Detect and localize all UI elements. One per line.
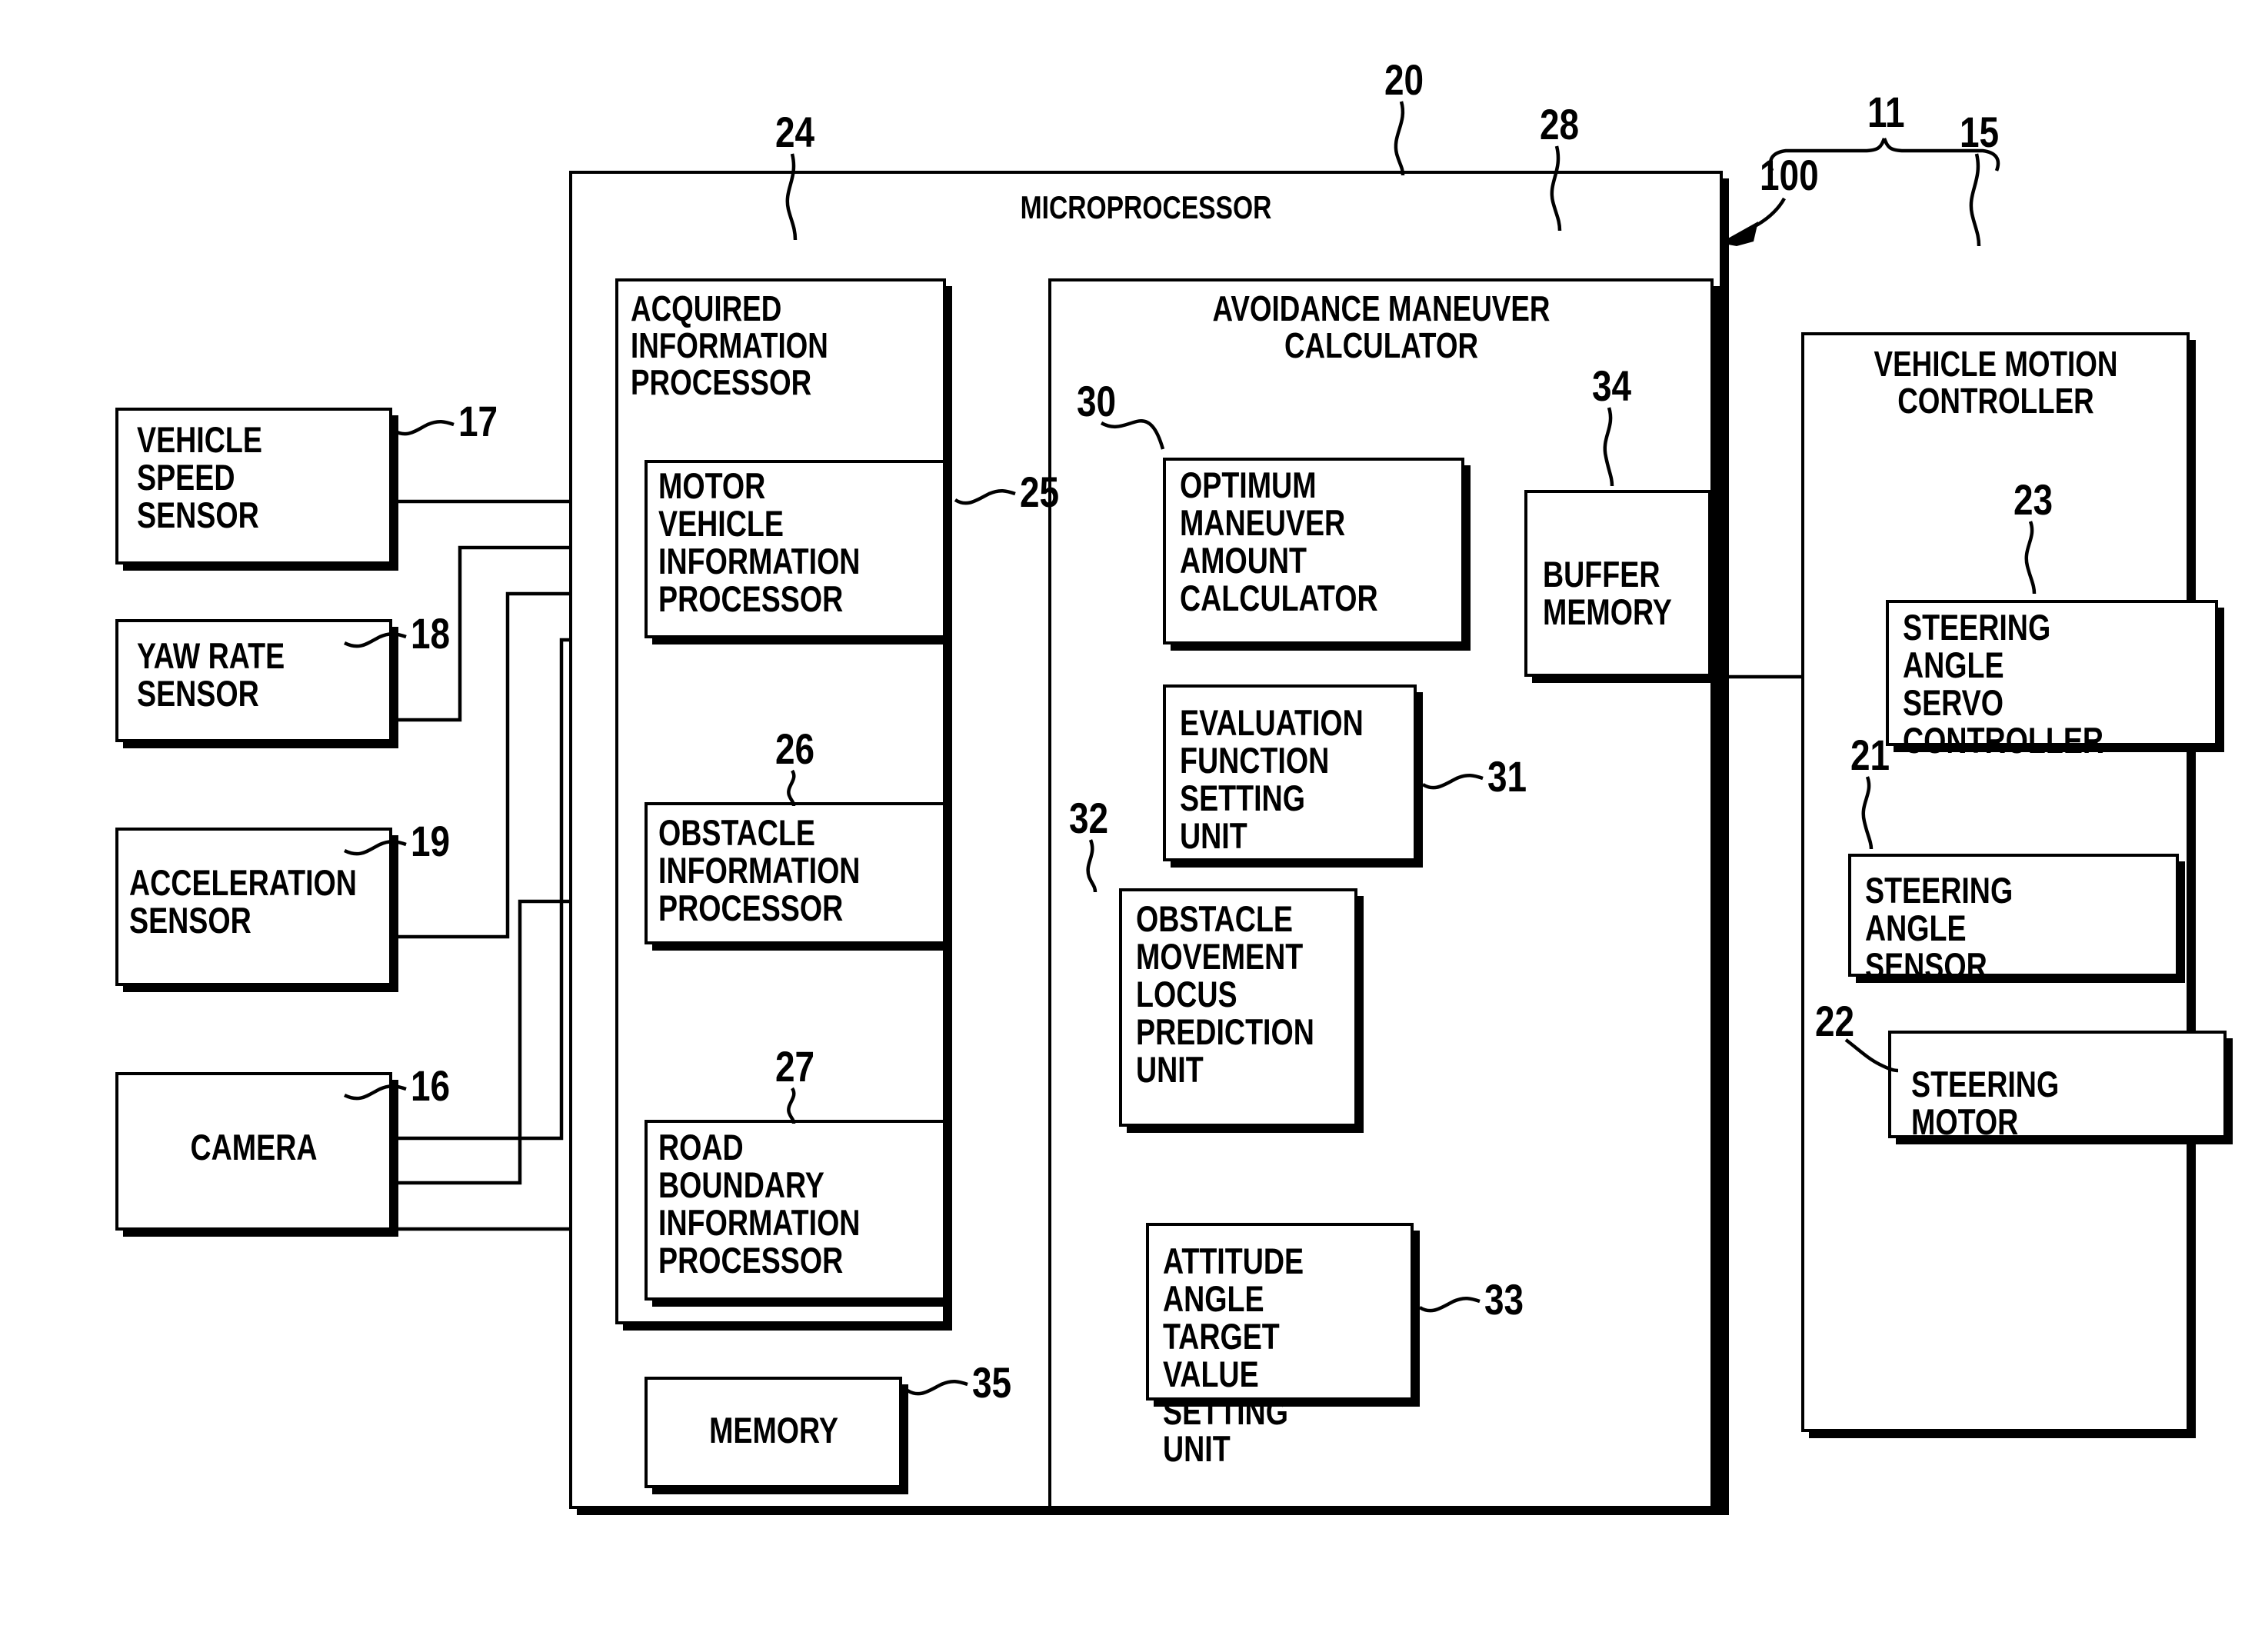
- numeral-23: 23: [2014, 475, 2053, 524]
- acquired-information-processor-title: ACQUIRED INFORMATION PROCESSOR: [631, 288, 828, 402]
- microprocessor-title: MICROPROCESSOR: [1020, 189, 1272, 225]
- road-boundary-information-processor-box: ROAD BOUNDARY INFORMATION PROCESSOR: [645, 1120, 946, 1301]
- numeral-19: 19: [411, 817, 451, 865]
- patent-figure-canvas: MICROPROCESSOR ACQUIRED INFORMATION PROC…: [0, 0, 2265, 1652]
- numeral-31: 31: [1487, 752, 1527, 801]
- steering-motor-box: STEERING MOTOR: [1888, 1031, 2227, 1142]
- acceleration-sensor-box: ACCELERATION SENSOR: [115, 828, 392, 986]
- numeral-27: 27: [775, 1042, 815, 1091]
- numeral-28: 28: [1540, 100, 1580, 148]
- numeral-25: 25: [1020, 468, 1060, 516]
- attitude-angle-target-value-setting-unit-label: ATTITUDE ANGLE TARGET VALUE SETTING UNIT: [1163, 1241, 1304, 1470]
- road-boundary-information-processor-label: ROAD BOUNDARY INFORMATION PROCESSOR: [658, 1127, 861, 1281]
- steering-angle-servo-controller-box: STEERING ANGLE SERVO CONTROLLER: [1886, 600, 2218, 759]
- numeral-34: 34: [1592, 361, 1632, 410]
- numeral-24: 24: [775, 108, 815, 156]
- yaw-rate-sensor-box: YAW RATE SENSOR: [115, 619, 392, 742]
- numeral-15: 15: [1960, 108, 2000, 156]
- acceleration-sensor-label: ACCELERATION SENSOR: [129, 862, 357, 941]
- obstacle-movement-locus-prediction-unit-box: OBSTACLE MOVEMENT LOCUS PREDICTION UNIT: [1119, 888, 1357, 1127]
- optimum-maneuver-amount-calculator-label: OPTIMUM MANEUVER AMOUNT CALCULATOR: [1180, 465, 1378, 618]
- attitude-angle-target-value-setting-unit-box: ATTITUDE ANGLE TARGET VALUE SETTING UNIT: [1146, 1223, 1414, 1467]
- numeral-35: 35: [972, 1358, 1012, 1407]
- numeral-26: 26: [775, 724, 815, 773]
- vehicle-speed-sensor-label: VEHICLE SPEED SENSOR: [137, 419, 262, 535]
- numeral-30: 30: [1077, 377, 1117, 425]
- numeral-17: 17: [458, 397, 498, 445]
- numeral-21: 21: [1850, 731, 1890, 779]
- numeral-16: 16: [411, 1061, 451, 1110]
- camera-box: CAMERA: [115, 1072, 392, 1231]
- buffer-memory-box: BUFFER MEMORY: [1524, 490, 1711, 677]
- avoidance-maneuver-calculator-title: AVOIDANCE MANEUVER CALCULATOR: [1212, 288, 1550, 365]
- steering-angle-sensor-box: STEERING ANGLE SENSOR: [1848, 854, 2179, 984]
- evaluation-function-setting-unit-label: EVALUATION FUNCTION SETTING UNIT: [1180, 702, 1364, 856]
- memory-label: MEMORY: [708, 1410, 838, 1450]
- evaluation-function-setting-unit-box: EVALUATION FUNCTION SETTING UNIT: [1163, 684, 1417, 861]
- numeral-33: 33: [1484, 1275, 1524, 1324]
- memory-box: MEMORY: [645, 1377, 902, 1488]
- numeral-20: 20: [1384, 55, 1424, 104]
- steering-angle-sensor-label: STEERING ANGLE SENSOR: [1865, 870, 2014, 986]
- optimum-maneuver-amount-calculator-box: OPTIMUM MANEUVER AMOUNT CALCULATOR: [1163, 458, 1464, 644]
- motor-vehicle-information-processor-box: MOTOR VEHICLE INFORMATION PROCESSOR: [645, 460, 946, 638]
- obstacle-information-processor-box: OBSTACLE INFORMATION PROCESSOR: [645, 802, 946, 944]
- vehicle-motion-controller-title: VEHICLE MOTION CONTROLLER: [1874, 344, 2117, 421]
- numeral-22: 22: [1815, 997, 1855, 1045]
- obstacle-information-processor-label: OBSTACLE INFORMATION PROCESSOR: [658, 812, 861, 928]
- numeral-11: 11: [1867, 88, 1905, 136]
- numeral-18: 18: [411, 609, 451, 658]
- numeral-100: 100: [1760, 151, 1819, 199]
- motor-vehicle-information-processor-label: MOTOR VEHICLE INFORMATION PROCESSOR: [658, 465, 861, 619]
- steering-angle-servo-controller-label: STEERING ANGLE SERVO CONTROLLER: [1903, 607, 2104, 761]
- yaw-rate-sensor-label: YAW RATE SENSOR: [137, 635, 285, 714]
- numeral-32: 32: [1069, 794, 1109, 842]
- obstacle-movement-locus-prediction-unit-label: OBSTACLE MOVEMENT LOCUS PREDICTION UNIT: [1136, 898, 1314, 1090]
- camera-label: CAMERA: [190, 1127, 318, 1167]
- vehicle-speed-sensor-box: VEHICLE SPEED SENSOR: [115, 408, 392, 565]
- buffer-memory-label: BUFFER MEMORY: [1543, 554, 1672, 632]
- steering-motor-label: STEERING MOTOR: [1911, 1064, 2060, 1142]
